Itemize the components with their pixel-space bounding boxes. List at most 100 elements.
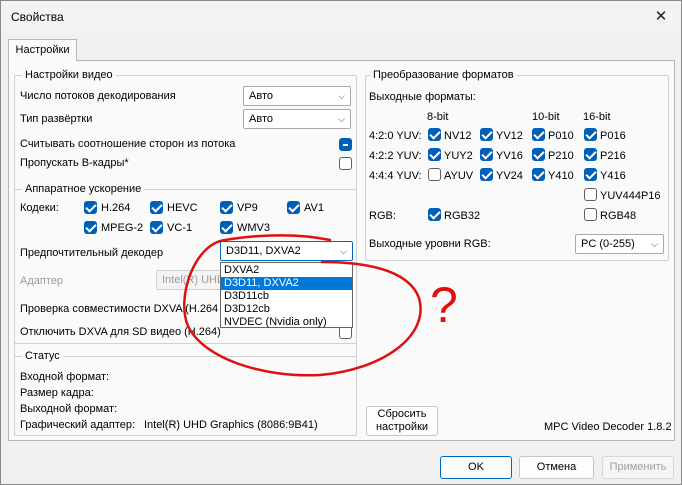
bit-header-8: 8-bit [427, 111, 449, 123]
rgb32-label: RGB32 [444, 210, 481, 222]
chevron-down-icon: ⌵ [338, 114, 345, 124]
apply-button[interactable]: Применить [602, 456, 674, 479]
adapter-label: Адаптер [20, 275, 63, 287]
deint-value: Авто [249, 113, 273, 125]
threads-label: Число потоков декодирования [20, 90, 176, 102]
codec-vp9-label: VP9 [237, 202, 258, 214]
reset-line-1: Сбросить [377, 408, 427, 420]
yuy2-label: YUY2 [444, 150, 473, 162]
p010-label: P010 [548, 130, 574, 142]
yuv444p16-label: YUV444P16 [600, 190, 661, 202]
cancel-button[interactable]: Отмена [519, 456, 594, 479]
yv24-label: YV24 [496, 170, 523, 182]
p016-label: P016 [600, 130, 626, 142]
ayuv-label: AYUV [444, 170, 474, 182]
codec-vc1-checkbox[interactable] [150, 221, 163, 234]
hw-accel-legend: Аппаратное ускорение [22, 183, 145, 195]
p210-label: P210 [548, 150, 574, 162]
yv24-checkbox[interactable] [480, 168, 493, 181]
rgb-levels-label: Выходные уровни RGB: [369, 238, 491, 250]
p010-checkbox[interactable] [532, 128, 545, 141]
reset-settings-button[interactable]: Сбросить настройки [366, 406, 438, 436]
y410-label: Y410 [548, 170, 574, 182]
skip-b-label: Пропускать B-кадры* [20, 157, 129, 169]
p210-checkbox[interactable] [532, 148, 545, 161]
yuy2-checkbox[interactable] [428, 148, 441, 161]
codec-wmv3-label: WMV3 [237, 222, 270, 234]
row-422-label: 4:2:2 YUV: [369, 150, 422, 162]
y416-label: Y416 [600, 170, 626, 182]
decoder-label: Предпочтительный декодер [20, 247, 164, 259]
output-formats-label: Выходные форматы: [369, 91, 476, 103]
codec-vp9-checkbox[interactable] [220, 201, 233, 214]
close-icon[interactable]: ✕ [647, 5, 675, 29]
rgb32-checkbox[interactable] [428, 208, 441, 221]
bit-header-10: 10-bit [532, 111, 560, 123]
aspect-label: Считывать соотношение сторон из потока [20, 138, 236, 150]
gpu-value: Intel(R) UHD Graphics (8086:9B41) [144, 419, 318, 431]
bit-header-16: 16-bit [583, 111, 611, 123]
adapter-select[interactable]: Intel(R) UHD [156, 270, 226, 290]
decoder-dropdown-list: DXVA2 D3D11, DXVA2 D3D11cb D3D12cb NVDEC… [220, 262, 353, 328]
yuv444p16-checkbox[interactable] [584, 188, 597, 201]
deint-label: Тип развёртки [20, 113, 93, 125]
codec-hevc-checkbox[interactable] [150, 201, 163, 214]
ayuv-checkbox[interactable] [428, 168, 441, 181]
y410-checkbox[interactable] [532, 168, 545, 181]
status-legend: Статус [22, 350, 63, 362]
p216-label: P216 [600, 150, 626, 162]
nv12-label: NV12 [444, 130, 472, 142]
adapter-value: Intel(R) UHD [162, 274, 225, 286]
codec-h264-label: H.264 [101, 202, 131, 214]
codec-h264-checkbox[interactable] [84, 201, 97, 214]
p216-checkbox[interactable] [584, 148, 597, 161]
format-conversion-legend: Преобразование форматов [370, 69, 517, 81]
codec-av1-label: AV1 [304, 202, 324, 214]
skip-b-checkbox[interactable] [339, 157, 352, 170]
yv12-label: YV12 [496, 130, 523, 142]
codecs-label: Кодеки: [20, 202, 59, 214]
chevron-down-icon: ⌵ [651, 239, 658, 249]
decoder-option[interactable]: NVDEC (Nvidia only) [221, 316, 352, 329]
decoder-option[interactable]: D3D11cb [221, 290, 352, 303]
yv12-checkbox[interactable] [480, 128, 493, 141]
rgb-levels-value: PC (0-255) [581, 238, 635, 250]
tab-settings[interactable]: Настройки [8, 39, 77, 61]
rgb48-label: RGB48 [600, 210, 637, 222]
rgb-levels-select[interactable]: PC (0-255) ⌵ [575, 234, 664, 254]
reset-line-2: настройки [375, 421, 429, 433]
input-format-label: Входной формат: [20, 371, 110, 383]
nv12-checkbox[interactable] [428, 128, 441, 141]
chevron-down-icon: ⌵ [338, 91, 345, 101]
decoder-option[interactable]: D3D12cb [221, 303, 352, 316]
yv16-checkbox[interactable] [480, 148, 493, 161]
ok-button[interactable]: OK [440, 456, 512, 479]
codec-hevc-label: HEVC [167, 202, 198, 214]
y416-checkbox[interactable] [584, 168, 597, 181]
aspect-checkbox[interactable] [339, 138, 352, 151]
rgb48-checkbox[interactable] [584, 208, 597, 221]
gpu-label: Графический адаптер: [20, 419, 136, 431]
window-title: Свойства [11, 10, 64, 24]
properties-dialog: Свойства ✕ Настройки Настройки видео Чис… [0, 0, 682, 485]
version-label: MPC Video Decoder 1.8.2 [544, 421, 672, 433]
codec-mpeg2-label: MPEG-2 [101, 222, 144, 234]
threads-select[interactable]: Авто ⌵ [243, 86, 351, 106]
decoder-option[interactable]: DXVA2 [221, 264, 352, 277]
codec-vc1-label: VC-1 [167, 222, 193, 234]
decoder-value: D3D11, DXVA2 [226, 245, 301, 257]
decoder-option-selected[interactable]: D3D11, DXVA2 [221, 277, 352, 290]
rgb-label: RGB: [369, 210, 396, 222]
yv16-label: YV16 [496, 150, 523, 162]
video-settings-legend: Настройки видео [22, 69, 116, 81]
chevron-down-icon: ⌵ [340, 246, 347, 256]
codec-av1-checkbox[interactable] [287, 201, 300, 214]
codec-wmv3-checkbox[interactable] [220, 221, 233, 234]
p016-checkbox[interactable] [584, 128, 597, 141]
codec-mpeg2-checkbox[interactable] [84, 221, 97, 234]
deint-select[interactable]: Авто ⌵ [243, 109, 351, 129]
dxva-check-label: Проверка совместимости DXVA (H.264 [20, 303, 219, 315]
row-444-label: 4:4:4 YUV: [369, 170, 422, 182]
frame-size-label: Размер кадра: [20, 387, 94, 399]
decoder-select[interactable]: D3D11, DXVA2 ⌵ [220, 241, 353, 261]
